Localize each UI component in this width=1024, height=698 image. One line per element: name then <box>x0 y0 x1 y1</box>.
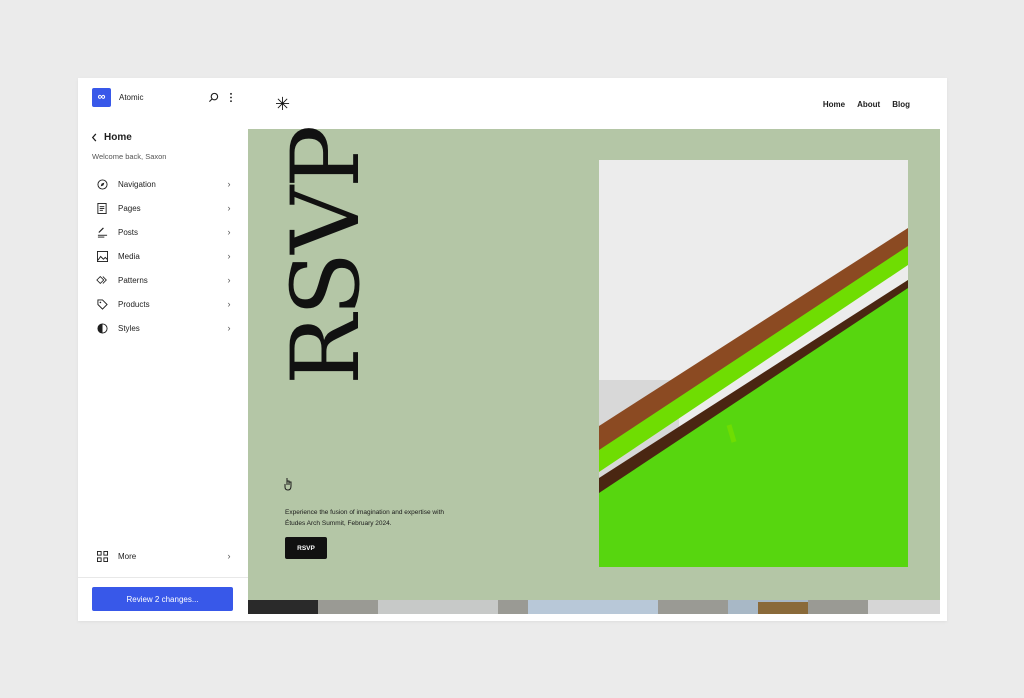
compass-icon <box>96 178 108 190</box>
chevron-right-icon: › <box>227 227 231 237</box>
menu-link-home[interactable]: Home <box>823 100 845 109</box>
chevron-right-icon: › <box>227 275 231 285</box>
more-label: More <box>118 551 137 561</box>
chevron-right-icon: › <box>227 179 231 189</box>
sidebar-item-navigation[interactable]: Navigation › <box>90 172 234 196</box>
sidebar-item-posts[interactable]: Posts › <box>90 220 234 244</box>
editor-window: ∞ Atomic Home Welcome back, Saxon Naviga… <box>78 78 947 621</box>
menu-link-blog[interactable]: Blog <box>892 100 910 109</box>
event-description: Experience the fusion of imagination and… <box>285 509 444 528</box>
sidebar-item-media[interactable]: Media › <box>90 244 234 268</box>
rsvp-button[interactable]: RSVP <box>285 537 327 559</box>
sidebar-item-label: Patterns <box>118 275 148 285</box>
site-header: ∞ Atomic <box>92 87 238 107</box>
sidebar-item-patterns[interactable]: Patterns › <box>90 268 234 292</box>
search-icon[interactable] <box>206 90 220 104</box>
hand-icon <box>284 477 294 496</box>
sidebar-item-more[interactable]: More › <box>90 544 234 568</box>
site-name[interactable]: Atomic <box>119 93 202 102</box>
preview-menu: Home About Blog <box>823 100 910 109</box>
page-title: Home <box>104 132 132 143</box>
more-row[interactable]: More › <box>90 544 234 568</box>
site-logo[interactable]: ∞ <box>92 87 111 107</box>
sidebar: ∞ Atomic Home Welcome back, Saxon Naviga… <box>78 78 248 621</box>
sidebar-item-styles[interactable]: Styles › <box>90 316 234 340</box>
sidebar-divider <box>78 577 248 578</box>
chevron-right-icon: › <box>227 299 231 309</box>
site-logo-asterisk-icon[interactable]: ✳ <box>275 95 290 113</box>
sidebar-item-label: Styles <box>118 323 140 333</box>
chevron-left-icon <box>91 133 97 142</box>
sidebar-nav: Navigation › Pages › Posts › Media › Pat… <box>90 172 234 340</box>
sidebar-item-label: Pages <box>118 203 141 213</box>
sidebar-item-label: Navigation <box>118 179 156 189</box>
image-icon <box>96 250 108 262</box>
chevron-right-icon: › <box>227 551 231 561</box>
sidebar-item-pages[interactable]: Pages › <box>90 196 234 220</box>
back-button[interactable]: Home <box>91 132 132 143</box>
grid-icon <box>96 550 108 562</box>
chevron-right-icon: › <box>227 251 231 261</box>
tag-icon <box>96 298 108 310</box>
page-icon <box>96 202 108 214</box>
preview-photo-strip <box>248 600 940 614</box>
welcome-text: Welcome back, Saxon <box>92 152 167 161</box>
menu-link-about[interactable]: About <box>857 100 880 109</box>
preview-header: ✳ Home About Blog <box>248 85 940 129</box>
more-vertical-icon[interactable] <box>224 90 238 104</box>
sidebar-item-products[interactable]: Products › <box>90 292 234 316</box>
hero-photo <box>599 160 908 567</box>
posts-icon <box>96 226 108 238</box>
chevron-right-icon: › <box>227 323 231 333</box>
contrast-icon <box>96 322 108 334</box>
sidebar-item-label: Media <box>118 251 140 261</box>
chevron-right-icon: › <box>227 203 231 213</box>
site-preview[interactable]: ✳ Home About Blog RSVP Experience the fu… <box>248 85 940 614</box>
review-changes-button[interactable]: Review 2 changes... <box>92 587 233 611</box>
sidebar-item-label: Posts <box>118 227 139 237</box>
sidebar-item-label: Products <box>118 299 150 309</box>
patterns-icon <box>96 274 108 286</box>
hero-title: RSVP <box>272 126 381 385</box>
